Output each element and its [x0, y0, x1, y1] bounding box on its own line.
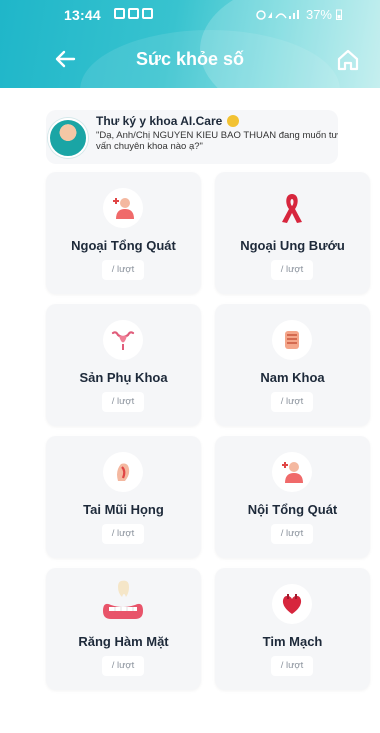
app-header: 13:44 37% Sức khỏe số — [0, 0, 380, 88]
home-button[interactable] — [334, 46, 362, 74]
heart-icon — [272, 584, 312, 624]
ribbon-icon — [272, 188, 312, 228]
toolbar: Sức khỏe số — [0, 40, 380, 80]
specialty-card-tim-mach[interactable]: Tim Mạch / lượt — [215, 568, 370, 690]
assistant-name-label: Thư ký y khoa AI.Care — [96, 114, 223, 128]
page-title: Sức khỏe số — [135, 49, 245, 69]
specialty-card-nam-khoa[interactable]: Nam Khoa / lượt — [215, 304, 370, 426]
specialty-card-tai-mui-hong[interactable]: Tai Mũi Họng / lượt — [46, 436, 201, 558]
price-unit: / lượt — [102, 392, 144, 412]
home-icon — [337, 49, 359, 71]
status-right: 37% — [256, 7, 342, 22]
battery-icon — [336, 9, 342, 20]
specialty-card-noi-tong-quat[interactable]: Nội Tổng Quát / lượt — [215, 436, 370, 558]
specialty-name: Răng Hàm Mặt — [78, 634, 169, 649]
male-organ-icon — [272, 320, 312, 360]
verified-badge-icon — [227, 115, 240, 127]
uterus-icon — [103, 320, 143, 360]
specialty-card-san-phu-khoa[interactable]: Sản Phụ Khoa / lượt — [46, 304, 201, 426]
price-unit: / lượt — [271, 260, 313, 280]
price-unit: / lượt — [102, 260, 144, 280]
specialty-name: Nam Khoa — [260, 370, 325, 385]
price-unit: / lượt — [102, 524, 144, 544]
specialty-card-ngoai-tong-quat[interactable]: Ngoại Tổng Quát / lượt — [46, 172, 201, 294]
assistant-name: Thư ký y khoa AI.Care — [96, 114, 240, 128]
specialty-name: Tim Mạch — [262, 634, 323, 649]
specialty-name: Ngoại Ung Bướu — [240, 238, 345, 253]
specialty-name: Sản Phụ Khoa — [79, 370, 168, 385]
price-unit: / lượt — [271, 656, 313, 676]
specialty-name: Tai Mũi Họng — [83, 502, 164, 517]
tooth-icon — [98, 576, 148, 626]
battery-percent: 37% — [305, 7, 332, 22]
internal-medicine-icon — [272, 452, 312, 492]
assistant-avatar — [48, 118, 88, 158]
price-unit: / lượt — [271, 392, 313, 412]
photo-notification-icon — [128, 8, 139, 19]
status-time: 13:44 — [64, 7, 101, 23]
surgeon-icon — [103, 188, 143, 228]
specialty-card-ngoai-ung-buou[interactable]: Ngoại Ung Bướu / lượt — [215, 172, 370, 294]
specialty-name: Nội Tổng Quát — [247, 502, 338, 517]
notification-icons — [114, 8, 153, 19]
price-unit: / lượt — [271, 524, 313, 544]
signal-wifi-icon — [256, 9, 299, 20]
specialty-name: Ngoại Tổng Quát — [71, 238, 176, 253]
assistant-card: Thư ký y khoa AI.Care "Dạ, Anh/Chị NGUYE… — [46, 110, 338, 164]
price-unit: / lượt — [102, 656, 144, 676]
assistant-message: "Dạ, Anh/Chị NGUYEN KIEU BAO THUAN đang … — [96, 130, 338, 152]
ent-icon — [103, 452, 143, 492]
specialty-card-rang-ham-mat[interactable]: Răng Hàm Mặt / lượt — [46, 568, 201, 690]
gallery-notification-icon — [114, 8, 125, 19]
check-notification-icon — [142, 8, 153, 19]
status-bar: 13:44 37% — [0, 0, 380, 30]
